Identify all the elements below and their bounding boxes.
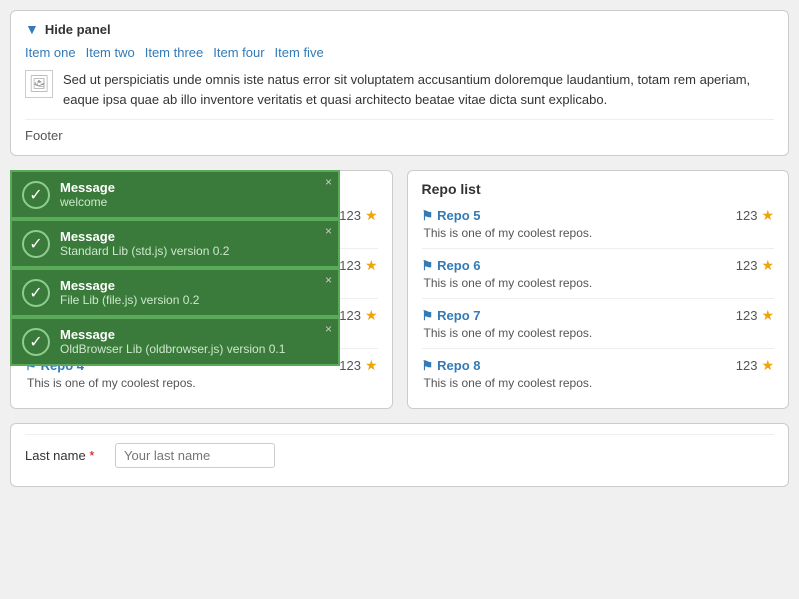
flag-icon: ⚑ <box>422 208 434 224</box>
last-name-input[interactable] <box>115 443 275 468</box>
panel-nav-item-3[interactable]: Item four <box>213 45 264 60</box>
toast-check-icon: ✓ <box>22 230 50 258</box>
repo-meta: 123 ★ <box>339 257 377 274</box>
toast-title: Message <box>60 229 328 244</box>
repo-desc: This is one of my coolest repos. <box>422 376 775 390</box>
toast-body: Message OldBrowser Lib (oldbrowser.js) v… <box>60 327 328 356</box>
star-icon: ★ <box>761 307 774 324</box>
toast-title: Message <box>60 278 328 293</box>
repo-count: 123 <box>339 308 361 323</box>
repo-count: 123 <box>736 208 758 223</box>
repo-meta: 123 ★ <box>736 207 774 224</box>
panel-body-text: Sed ut perspiciatis unde omnis iste natu… <box>63 70 774 109</box>
form-last-name-row: Last name * <box>25 443 774 468</box>
toast-check-icon: ✓ <box>22 181 50 209</box>
star-icon: ★ <box>761 357 774 374</box>
panel-nav-item-2[interactable]: Item three <box>145 45 204 60</box>
panel-title: Hide panel <box>45 22 111 37</box>
toast-message: File Lib (file.js) version 0.2 <box>60 293 328 307</box>
repo-list-right-title: Repo list <box>422 181 775 197</box>
repo-desc: This is one of my coolest repos. <box>422 326 775 340</box>
repo-item: ⚑ Repo 5 123 ★ This is one of my coolest… <box>422 207 775 249</box>
repo-desc: This is one of my coolest repos. <box>422 226 775 240</box>
repo-list-right: Repo list ⚑ Repo 5 123 ★ This is one of … <box>407 170 790 409</box>
star-icon: ★ <box>365 257 378 274</box>
toast-0: ✓ Message welcome × <box>10 170 340 219</box>
panel-section: ▼ Hide panel Item oneItem twoItem threeI… <box>10 10 789 156</box>
star-icon: ★ <box>365 207 378 224</box>
toast-message: Standard Lib (std.js) version 0.2 <box>60 244 328 258</box>
repo-count: 123 <box>339 258 361 273</box>
toast-message: welcome <box>60 195 328 209</box>
repo-link[interactable]: ⚑ Repo 6 <box>422 258 481 274</box>
repo-count: 123 <box>339 358 361 373</box>
toast-2: ✓ Message File Lib (file.js) version 0.2… <box>10 268 340 317</box>
flag-icon: ⚑ <box>422 308 434 324</box>
last-name-label: Last name * <box>25 448 105 463</box>
required-indicator: * <box>89 448 94 463</box>
toast-body: Message File Lib (file.js) version 0.2 <box>60 278 328 307</box>
repo-desc: This is one of my coolest repos. <box>25 376 378 390</box>
toast-close-button[interactable]: × <box>325 225 332 237</box>
panel-nav-item-0[interactable]: Item one <box>25 45 76 60</box>
star-icon: ★ <box>761 257 774 274</box>
toast-stack: ✓ Message welcome × ✓ Message Standard L… <box>10 170 340 366</box>
image-icon: 🖼 <box>25 70 53 98</box>
toast-check-icon: ✓ <box>22 279 50 307</box>
repo-item: ⚑ Repo 6 123 ★ This is one of my coolest… <box>422 257 775 299</box>
toast-body: Message welcome <box>60 180 328 209</box>
toast-1: ✓ Message Standard Lib (std.js) version … <box>10 219 340 268</box>
repo-link[interactable]: ⚑ Repo 5 <box>422 208 481 224</box>
repo-count: 123 <box>736 358 758 373</box>
repo-meta: 123 ★ <box>339 307 377 324</box>
toast-body: Message Standard Lib (std.js) version 0.… <box>60 229 328 258</box>
toast-title: Message <box>60 327 328 342</box>
repo-meta: 123 ★ <box>736 357 774 374</box>
repo-link[interactable]: ⚑ Repo 7 <box>422 308 481 324</box>
panel-footer: Footer <box>25 119 774 143</box>
form-separator <box>25 434 774 435</box>
panel-nav-item-1[interactable]: Item two <box>86 45 135 60</box>
repo-meta: 123 ★ <box>339 207 377 224</box>
star-icon: ★ <box>365 307 378 324</box>
panel-nav-item-4[interactable]: Item five <box>275 45 324 60</box>
panel-header: ▼ Hide panel <box>25 21 774 37</box>
repo-count: 123 <box>736 308 758 323</box>
repo-meta: 123 ★ <box>339 357 377 374</box>
panel-content: 🖼 Sed ut perspiciatis unde omnis iste na… <box>25 70 774 109</box>
toast-3: ✓ Message OldBrowser Lib (oldbrowser.js)… <box>10 317 340 366</box>
flag-icon: ⚑ <box>422 258 434 274</box>
toast-check-icon: ✓ <box>22 328 50 356</box>
toast-close-button[interactable]: × <box>325 176 332 188</box>
triangle-down-icon[interactable]: ▼ <box>25 21 39 37</box>
repo-count: 123 <box>736 258 758 273</box>
repo-link[interactable]: ⚑ Repo 8 <box>422 358 481 374</box>
toast-close-button[interactable]: × <box>325 323 332 335</box>
repo-item: ⚑ Repo 7 123 ★ This is one of my coolest… <box>422 307 775 349</box>
repo-section: Repo list ⚑ Repo 1 123 ★ This is one of … <box>10 170 789 409</box>
toast-message: OldBrowser Lib (oldbrowser.js) version 0… <box>60 342 328 356</box>
panel-nav: Item one Item two Item three Item four Item … <box>25 45 774 60</box>
star-icon: ★ <box>365 357 378 374</box>
repo-desc: This is one of my coolest repos. <box>422 276 775 290</box>
repo-count: 123 <box>339 208 361 223</box>
star-icon: ★ <box>761 207 774 224</box>
form-section: Last name * <box>10 423 789 487</box>
flag-icon: ⚑ <box>422 358 434 374</box>
repo-item: ⚑ Repo 8 123 ★ This is one of my coolest… <box>422 357 775 398</box>
toast-close-button[interactable]: × <box>325 274 332 286</box>
repo-meta: 123 ★ <box>736 257 774 274</box>
repo-meta: 123 ★ <box>736 307 774 324</box>
toast-title: Message <box>60 180 328 195</box>
